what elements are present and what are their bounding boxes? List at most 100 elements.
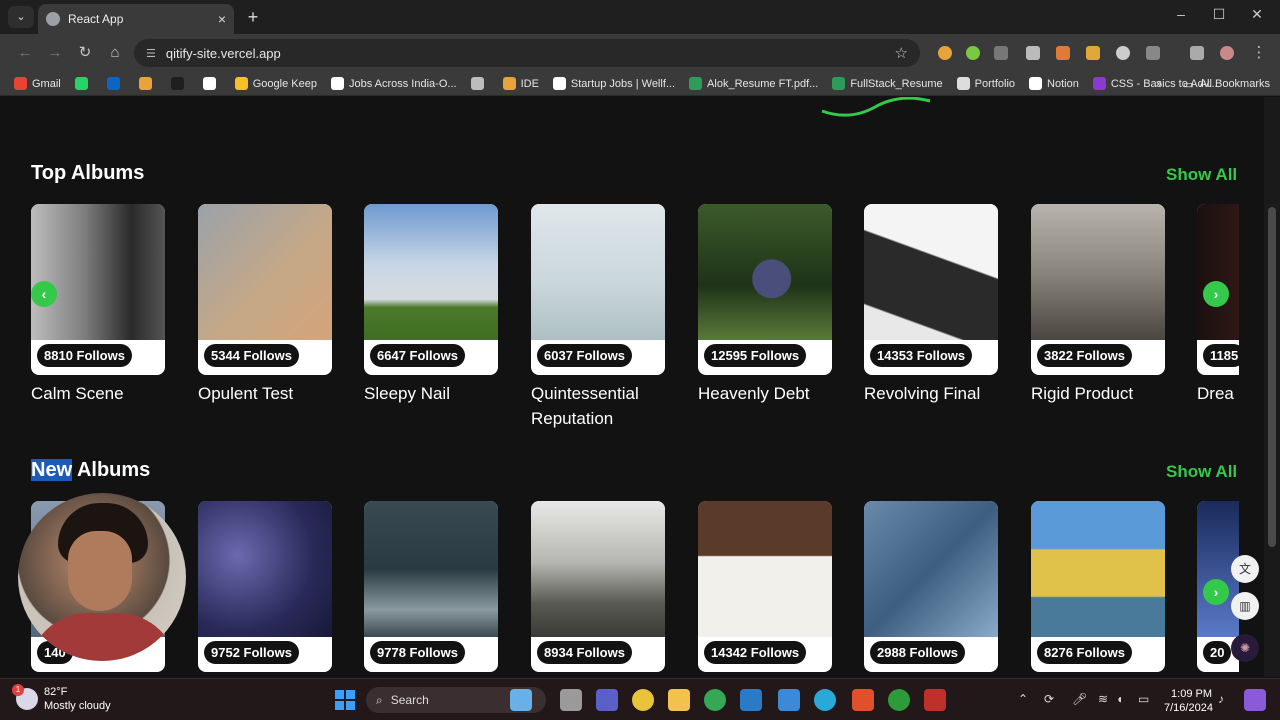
microphone-icon[interactable]: 🎤︎ — [1072, 692, 1087, 706]
bookmark-item[interactable] — [138, 77, 157, 90]
bookmark-item[interactable]: FullStack_Resume — [832, 77, 943, 90]
system-clock[interactable]: 1:09 PM 7/16/2024 — [1164, 687, 1213, 715]
mail-icon[interactable] — [778, 689, 800, 711]
follows-chip: 5344 Follows — [204, 344, 299, 367]
sync-icon[interactable]: ⟳ — [1044, 692, 1054, 706]
scrollbar-thumb[interactable] — [1268, 207, 1276, 547]
album-card[interactable]: 8934 Follows — [531, 501, 665, 672]
back-icon[interactable]: ← — [14, 42, 36, 64]
kebab-menu-icon[interactable]: ⋮ — [1248, 42, 1270, 64]
taskbar-app-icon[interactable] — [924, 689, 946, 711]
windows-start-icon[interactable] — [335, 690, 355, 710]
brave-icon[interactable] — [852, 689, 874, 711]
bookmark-favicon-icon — [502, 77, 516, 90]
extension-icon[interactable] — [994, 46, 1008, 60]
url-text[interactable]: qitify-site.vercel.app — [166, 46, 895, 61]
wifi-icon[interactable]: ≋ — [1098, 692, 1108, 706]
translate-icon[interactable]: 文 — [1231, 555, 1259, 583]
album-card[interactable]: 6037 Follows Quintessential Reputation — [531, 204, 665, 431]
bookmark-favicon-icon — [170, 77, 184, 90]
notification-bell-icon[interactable]: ♪ — [1218, 692, 1224, 706]
task-view-icon[interactable] — [560, 689, 582, 711]
tab-search-button[interactable]: ⌄ — [8, 6, 34, 28]
ai-assistant-icon[interactable]: ✺ — [1231, 634, 1259, 662]
bookmark-item[interactable] — [74, 77, 93, 90]
album-card[interactable]: 14353 Follows Revolving Final — [864, 204, 998, 406]
site-info-icon[interactable]: ☰ — [146, 47, 156, 60]
profile-avatar[interactable] — [1220, 46, 1234, 60]
chrome-icon[interactable] — [632, 689, 654, 711]
bookmark-item[interactable]: Startup Jobs | Wellf... — [552, 77, 675, 90]
album-card-frame: 5344 Follows — [198, 204, 332, 375]
album-card[interactable]: 9752 Follows — [198, 501, 332, 672]
bookmark-item[interactable]: Notion — [1029, 77, 1079, 90]
xbox-icon[interactable] — [888, 689, 910, 711]
edge-icon[interactable] — [814, 689, 836, 711]
bookmark-item[interactable] — [202, 77, 221, 90]
album-card[interactable]: 8810 Follows Calm Scene — [31, 204, 165, 406]
extensions-puzzle-icon[interactable] — [1146, 46, 1160, 60]
top-albums-next-arrow[interactable]: › — [1203, 281, 1229, 307]
battery-icon[interactable]: ▭ — [1138, 692, 1149, 706]
album-card[interactable]: 2988 Follows — [864, 501, 998, 672]
extension-icon[interactable] — [966, 46, 980, 60]
bookmark-item[interactable]: Google Keep — [234, 77, 317, 90]
bookmark-star-icon[interactable]: ☆ — [895, 44, 908, 62]
page-scrollbar[interactable] — [1264, 97, 1280, 677]
teams-icon[interactable] — [596, 689, 618, 711]
all-bookmarks-button[interactable]: ▭ All Bookmarks — [1183, 72, 1270, 95]
camera-extension-icon[interactable] — [1026, 46, 1040, 60]
album-card[interactable]: 5344 Follows Opulent Test — [198, 204, 332, 406]
bookmark-item[interactable] — [470, 77, 489, 90]
reader-icon[interactable]: ▥ — [1231, 592, 1259, 620]
bookmark-item[interactable] — [170, 77, 189, 90]
reload-icon[interactable]: ↻ — [74, 42, 96, 64]
bookmark-item[interactable]: IDE — [502, 77, 539, 90]
download-icon[interactable] — [1190, 46, 1204, 60]
copilot-icon[interactable] — [1244, 689, 1266, 711]
file-explorer-icon[interactable] — [668, 689, 690, 711]
album-card[interactable]: 8276 Follows — [1031, 501, 1165, 672]
album-card[interactable]: 6647 Follows Sleepy Nail — [364, 204, 498, 406]
album-cover-image — [531, 204, 665, 340]
new-albums-show-all-button[interactable]: Show All — [1166, 462, 1237, 482]
new-albums-next-arrow[interactable]: › — [1203, 579, 1229, 605]
bookmark-favicon-icon — [202, 77, 216, 90]
volume-icon[interactable]: ◖ — [1116, 692, 1123, 706]
forward-icon[interactable]: → — [44, 42, 66, 64]
bookmark-item[interactable]: Gmail — [14, 77, 61, 90]
album-card[interactable]: 9778 Follows — [364, 501, 498, 672]
album-card[interactable]: 12595 Follows Heavenly Debt — [698, 204, 832, 406]
bookmark-item[interactable]: Alok_Resume FT.pdf... — [689, 77, 818, 90]
album-card[interactable]: 3822 Follows Rigid Product — [1031, 204, 1165, 406]
close-window-button[interactable]: ✕ — [1246, 6, 1268, 23]
weather-widget[interactable]: 1 82°F Mostly cloudy — [12, 684, 111, 713]
bookmark-item[interactable] — [106, 77, 125, 90]
extension-icon[interactable] — [1116, 46, 1130, 60]
album-name: Heavenly Debt — [698, 384, 810, 403]
follows-chip: 3822 Follows — [1037, 344, 1132, 367]
taskbar-app-icon[interactable] — [510, 689, 532, 711]
bookmark-favicon-icon — [689, 77, 703, 90]
clock-time: 1:09 PM — [1171, 688, 1212, 700]
extension-icon[interactable] — [1056, 46, 1070, 60]
bookmarks-overflow-button[interactable]: » — [1156, 72, 1162, 95]
browser-tab[interactable]: React App × — [38, 4, 234, 34]
top-albums-prev-arrow[interactable]: ‹ — [31, 281, 57, 307]
minimize-button[interactable]: – — [1170, 6, 1192, 22]
extension-icon[interactable] — [938, 46, 952, 60]
vscode-icon[interactable] — [740, 689, 762, 711]
bookmark-item[interactable]: Portfolio — [956, 77, 1015, 90]
maximize-button[interactable]: ☐ — [1208, 6, 1230, 23]
bookmark-item[interactable]: Jobs Across India-O... — [330, 77, 457, 90]
address-bar[interactable]: ☰ qitify-site.vercel.app ☆ — [134, 39, 920, 67]
home-icon[interactable]: ⌂ — [104, 42, 126, 64]
top-albums-show-all-button[interactable]: Show All — [1166, 165, 1237, 185]
album-cover-image — [31, 204, 165, 340]
chrome-profile-icon[interactable] — [704, 689, 726, 711]
tab-close-icon[interactable]: × — [218, 11, 226, 27]
tray-chevron-icon[interactable]: ⌃ — [1018, 692, 1028, 706]
album-card[interactable]: 14342 Follows — [698, 501, 832, 672]
pencil-extension-icon[interactable] — [1086, 46, 1100, 60]
new-tab-button[interactable]: + — [242, 6, 264, 28]
